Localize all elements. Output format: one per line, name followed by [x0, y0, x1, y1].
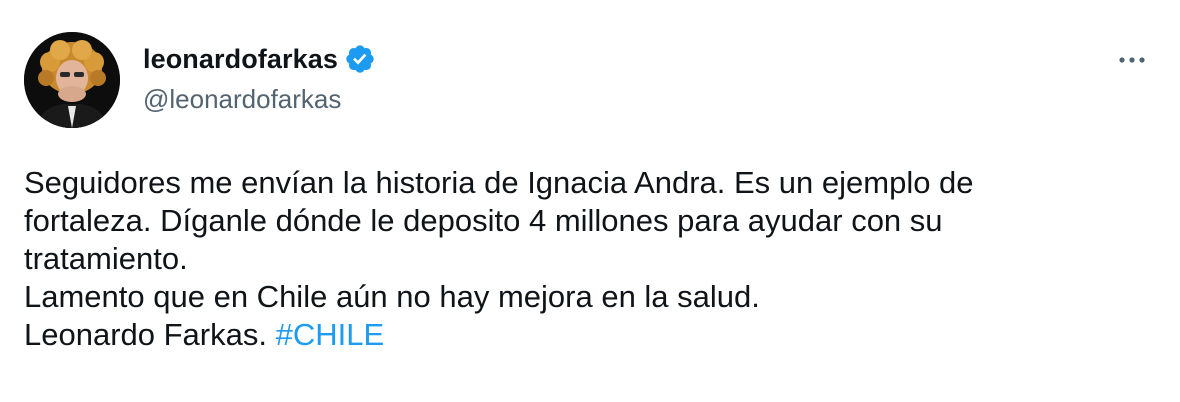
tweet-card: leonardofarkas @leonardofarkas Seguidore…	[0, 0, 1180, 402]
user-handle[interactable]: @leonardofarkas	[143, 84, 341, 115]
display-name[interactable]: leonardofarkas	[143, 44, 338, 75]
name-row: leonardofarkas	[143, 42, 376, 76]
tweet-last-line: Leonardo Farkas. #CHILE	[24, 316, 1144, 354]
tweet-line: fortaleza. Díganle dónde le deposito 4 m…	[24, 203, 943, 238]
profile-photo-icon	[24, 32, 120, 128]
more-options-icon	[1119, 57, 1145, 63]
avatar[interactable]	[24, 32, 120, 128]
signature-text: Leonardo Farkas.	[24, 317, 276, 352]
verified-badge-icon	[344, 43, 376, 75]
tweet-line: Lamento que en Chile aún no hay mejora e…	[24, 279, 760, 314]
tweet-line: Seguidores me envían la historia de Igna…	[24, 165, 974, 200]
tweet-line: tratamiento.	[24, 241, 188, 276]
more-options-button[interactable]	[1114, 50, 1150, 70]
hashtag-link[interactable]: #CHILE	[276, 317, 385, 352]
tweet-text: Seguidores me envían la historia de Igna…	[24, 164, 1144, 354]
